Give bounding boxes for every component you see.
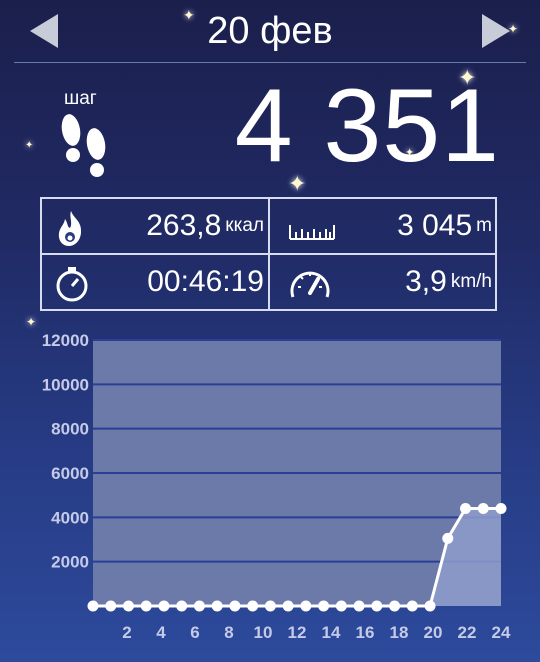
stopwatch-icon: [54, 265, 90, 308]
data-point: [229, 600, 241, 612]
date-title: 20 фев: [207, 10, 333, 52]
y-tick-label: 10000: [42, 375, 89, 394]
data-point: [424, 600, 436, 612]
data-point: [353, 600, 365, 612]
data-point: [371, 600, 383, 612]
stats-grid: 263,8 ккал 3 045 m 00:46:19 3,9 km/h: [40, 197, 497, 311]
data-point: [389, 600, 401, 612]
data-point: [105, 600, 117, 612]
distance-value: 3 045 m: [397, 209, 492, 242]
data-point: [442, 532, 454, 544]
x-tick-label: 12: [288, 623, 307, 642]
distance-cell: 3 045 m: [270, 199, 496, 254]
ruler-icon: [288, 221, 336, 246]
data-point: [211, 600, 223, 612]
speed-value: 3,9 km/h: [405, 265, 492, 298]
data-point: [318, 600, 330, 612]
y-tick-label: 4000: [51, 508, 89, 527]
x-tick-label: 4: [156, 623, 166, 642]
data-point: [335, 600, 347, 612]
duration-value: 00:46:19: [147, 265, 264, 298]
data-point: [460, 502, 472, 514]
next-day-button[interactable]: [482, 14, 510, 48]
header-divider: [14, 62, 526, 63]
x-tick-label: 8: [224, 623, 233, 642]
data-point: [495, 502, 507, 514]
speedometer-icon: [288, 265, 332, 306]
y-tick-label: 12000: [42, 331, 89, 350]
x-tick-label: 22: [458, 623, 477, 642]
x-tick-label: 14: [322, 623, 341, 642]
speed-cell: 3,9 km/h: [270, 255, 496, 310]
data-point: [158, 600, 170, 612]
data-point: [406, 600, 418, 612]
x-tick-label: 6: [190, 623, 199, 642]
calories-cell: 263,8 ккал: [42, 199, 268, 254]
data-point: [282, 600, 294, 612]
x-tick-label: 18: [390, 623, 409, 642]
x-tick-label: 2: [122, 623, 131, 642]
steps-chart: 20004000600080001000012000 2 4 6 8 10 12 14 16 1…: [42, 331, 511, 642]
data-point: [87, 600, 99, 612]
duration-cell: 00:46:19: [42, 255, 268, 310]
x-tick-label: 20: [424, 623, 443, 642]
data-point: [193, 600, 205, 612]
y-tick-label: 2000: [51, 553, 89, 572]
flame-icon: [54, 209, 88, 252]
steps-label: шаг: [64, 88, 97, 109]
star-decoration: ✦: [25, 140, 34, 151]
x-tick-label: 16: [356, 623, 375, 642]
x-tick-label: 10: [254, 623, 273, 642]
data-point: [140, 600, 152, 612]
steps-count: 4 351: [234, 68, 500, 184]
data-point: [247, 600, 259, 612]
y-tick-label: 8000: [51, 420, 89, 439]
date-header: 20 фев: [0, 0, 540, 64]
x-tick-label: 24: [492, 623, 511, 642]
data-point: [176, 600, 188, 612]
data-point: [122, 600, 134, 612]
data-point: [300, 600, 312, 612]
y-tick-label: 6000: [51, 464, 89, 483]
footprints-icon: [54, 112, 114, 187]
data-point: [264, 600, 276, 612]
calories-value: 263,8 ккал: [146, 209, 264, 242]
data-point: [477, 502, 489, 514]
